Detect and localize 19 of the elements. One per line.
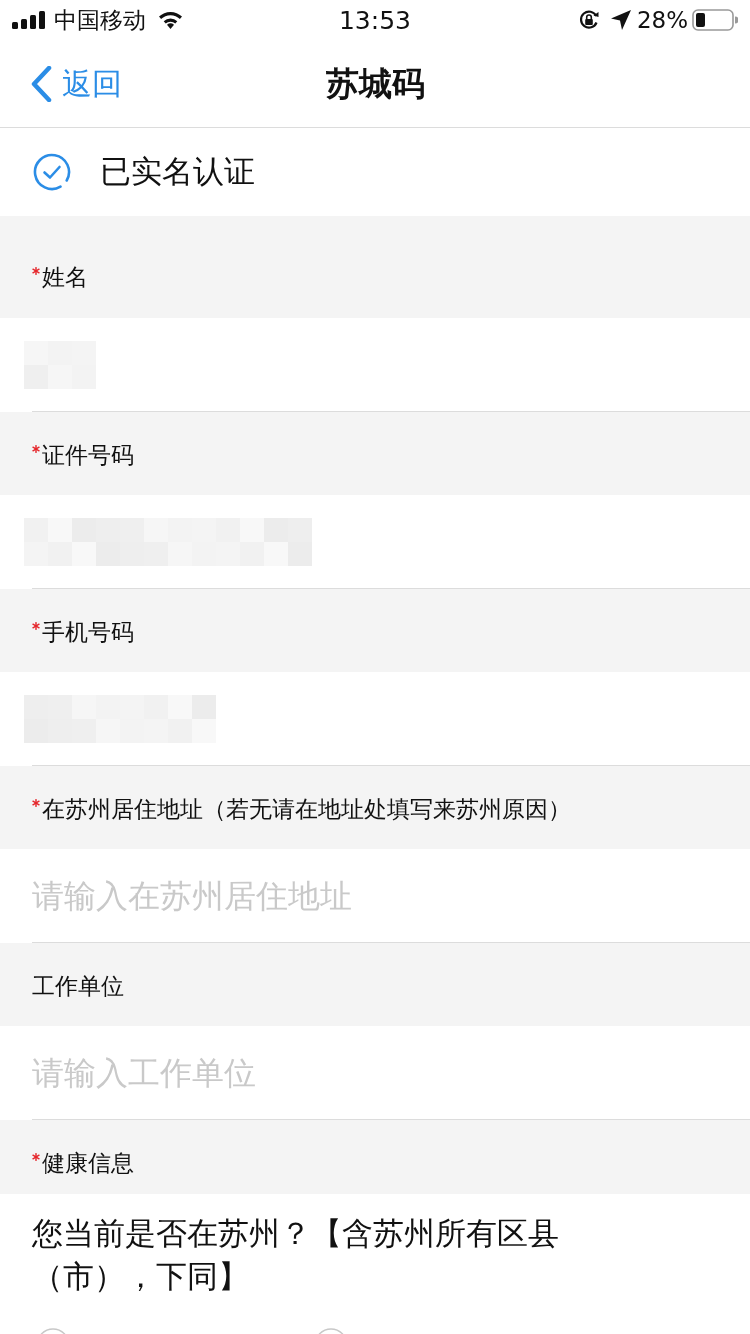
verification-status: 已实名认证 (100, 153, 255, 191)
location-arrow-icon (610, 10, 631, 30)
clock-time: 13:53 (338, 7, 411, 33)
field-label: 证件号码 (42, 441, 134, 470)
signal-icon (12, 11, 46, 29)
battery-icon (692, 9, 738, 31)
wifi-icon (158, 11, 183, 29)
battery-percent: 28% (636, 8, 688, 32)
field-label: 工作单位 (32, 972, 124, 1001)
carrier-name: 中国移动 (54, 8, 146, 32)
field-label: 姓名 (42, 264, 88, 292)
page-title: 苏城码 (325, 63, 425, 104)
field-label: 健康信息 (42, 1150, 134, 1178)
question-text: 您当前是否在苏州？【含苏州所有区县（市），下同】 (31, 1214, 560, 1296)
back-button[interactable]: 返回 (30, 65, 122, 102)
field-label: 在苏州居住地址（若无请在地址处填写来苏州原因） (42, 795, 571, 824)
field-label: 手机号码 (42, 618, 134, 647)
rotation-lock-icon (577, 9, 600, 31)
back-chevron-icon (30, 65, 52, 102)
